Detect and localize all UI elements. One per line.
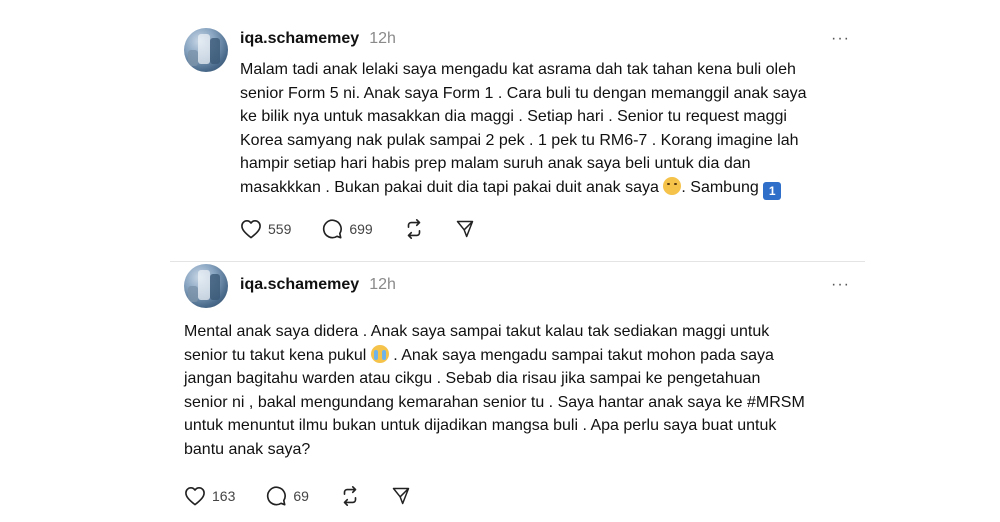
more-options-icon[interactable]: ··· xyxy=(831,30,850,48)
send-icon xyxy=(456,220,473,238)
username[interactable]: iqa.schamemey xyxy=(240,30,359,48)
heart-icon xyxy=(185,487,205,506)
share-button[interactable] xyxy=(455,219,475,239)
comment-button[interactable]: 699 xyxy=(321,218,373,240)
comment-icon xyxy=(267,486,287,506)
crying-face-emoji-icon xyxy=(370,344,389,363)
comment-icon xyxy=(323,219,343,239)
keycap-one-emoji-icon: 1 xyxy=(763,181,782,200)
avatar[interactable] xyxy=(184,28,228,72)
heart-icon xyxy=(241,220,261,239)
post-actions: 163 69 xyxy=(184,485,441,507)
repost-icon xyxy=(343,486,357,506)
sad-face-emoji-icon xyxy=(663,176,682,195)
post-text-tail: . Sambung xyxy=(681,178,764,196)
like-count: 559 xyxy=(268,221,292,237)
username[interactable]: iqa.schamemey xyxy=(240,276,359,294)
repost-icon xyxy=(407,219,421,239)
more-options-icon[interactable]: ··· xyxy=(831,276,850,294)
post-text: Mental anak saya didera . Anak saya samp… xyxy=(184,320,864,462)
thread-post: iqa.schamemey 12h ··· Malam tadi anak le… xyxy=(0,0,1000,262)
send-icon xyxy=(392,487,410,505)
avatar[interactable] xyxy=(184,264,228,308)
like-button[interactable]: 559 xyxy=(240,219,291,239)
timestamp: 12h xyxy=(369,30,396,47)
post-actions: 559 699 xyxy=(240,218,505,240)
post-text-main: Malam tadi anak lelaki saya mengadu kat … xyxy=(240,61,807,196)
thread-post: iqa.schamemey 12h ··· Mental anak saya d… xyxy=(0,262,1000,522)
comment-button[interactable]: 69 xyxy=(265,485,309,507)
post-header: iqa.schamemey 12h xyxy=(240,30,396,48)
like-button[interactable]: 163 xyxy=(184,486,235,506)
comment-count: 69 xyxy=(293,488,309,504)
post-text: Malam tadi anak lelaki saya mengadu kat … xyxy=(240,58,860,200)
repost-button[interactable] xyxy=(339,485,361,507)
repost-button[interactable] xyxy=(403,218,425,240)
post-header: iqa.schamemey 12h xyxy=(240,276,396,294)
comment-count: 699 xyxy=(349,221,373,237)
timestamp: 12h xyxy=(369,276,396,293)
like-count: 163 xyxy=(212,488,236,504)
share-button[interactable] xyxy=(391,486,411,506)
